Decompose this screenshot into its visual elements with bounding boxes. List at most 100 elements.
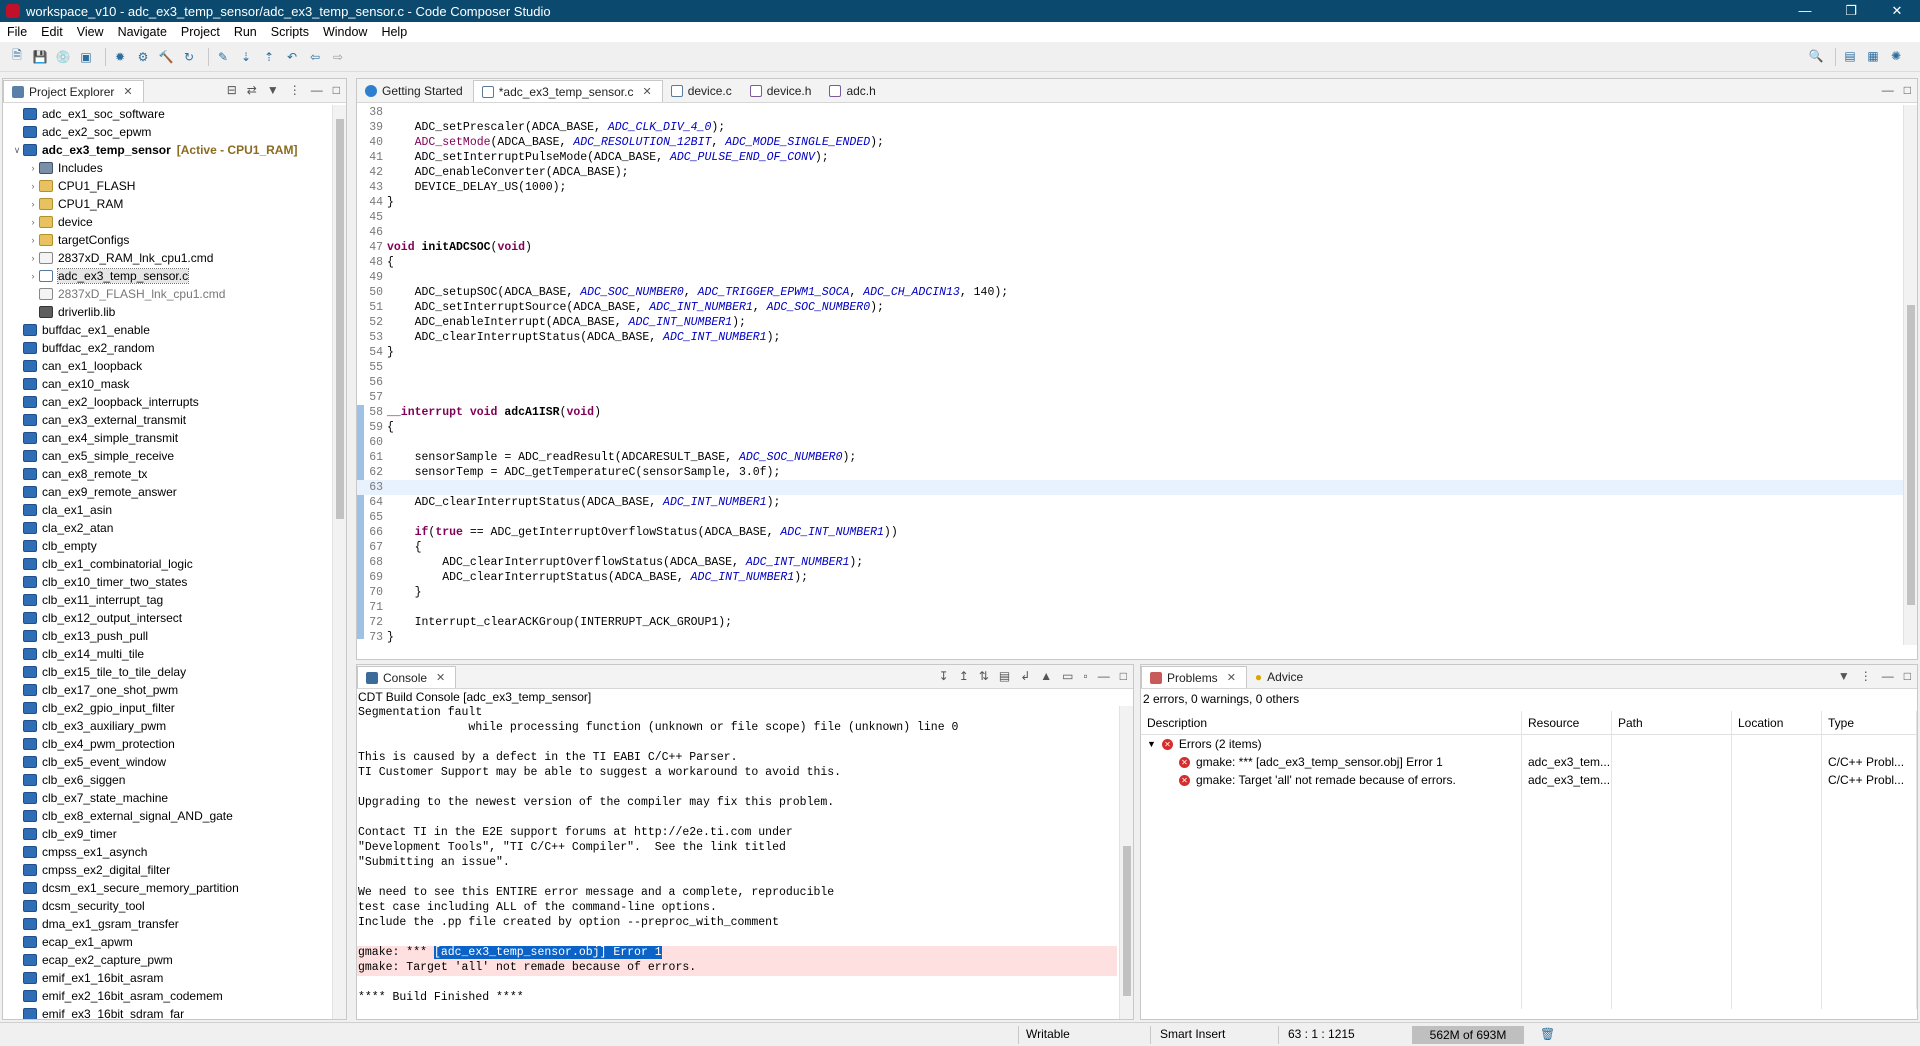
code-line[interactable]: 65 <box>357 510 1903 525</box>
tree-item[interactable]: buffdac_ex1_enable <box>3 321 332 339</box>
tree-item[interactable]: › device <box>3 213 332 231</box>
tree-item[interactable]: clb_ex11_interrupt_tag <box>3 591 332 609</box>
console-output[interactable]: Segmentation fault while processing func… <box>357 706 1117 1019</box>
explorer-scrollbar[interactable] <box>332 105 346 1019</box>
open-perspective-icon[interactable]: ▤ <box>1841 48 1859 64</box>
new-icon[interactable]: 🗎 <box>8 48 26 65</box>
clear-console-icon[interactable]: ▤ <box>999 669 1010 683</box>
code-line[interactable]: 45 <box>357 210 1903 225</box>
code-line[interactable]: 46 <box>357 225 1903 240</box>
code-line[interactable]: 72 Interrupt_clearACKGroup(INTERRUPT_ACK… <box>357 615 1903 630</box>
chevron-right-icon[interactable]: › <box>27 163 39 173</box>
debug-perspective-icon[interactable]: ✺ <box>1887 48 1905 64</box>
chevron-right-icon[interactable]: › <box>27 235 39 245</box>
chevron-right-icon[interactable]: › <box>27 271 39 281</box>
tree-item[interactable]: can_ex4_simple_transmit <box>3 429 332 447</box>
tree-item[interactable]: emif_ex1_16bit_asram <box>3 969 332 987</box>
terminal-icon[interactable]: ▣ <box>77 49 95 65</box>
tree-item[interactable]: cmpss_ex1_asynch <box>3 843 332 861</box>
chevron-down-icon[interactable]: ∨ <box>11 145 23 156</box>
column-location[interactable]: Location <box>1732 711 1822 734</box>
tab-project-explorer[interactable]: Project Explorer ✕ <box>3 80 144 102</box>
tree-item[interactable]: clb_ex9_timer <box>3 825 332 843</box>
menu-window[interactable]: Window <box>316 25 374 39</box>
next-annotation-icon[interactable]: ⇣ <box>237 49 255 65</box>
tree-item[interactable]: clb_ex4_pwm_protection <box>3 735 332 753</box>
code-line[interactable]: 39 ADC_setPrescaler(ADCA_BASE, ADC_CLK_D… <box>357 120 1903 135</box>
tree-item[interactable]: adc_ex2_soc_epwm <box>3 123 332 141</box>
problems-row[interactable]: ✕ gmake: Target 'all' not remade because… <box>1141 771 1917 789</box>
minimize-icon[interactable]: — <box>1882 669 1894 683</box>
code-line[interactable]: 70 } <box>357 585 1903 600</box>
code-line[interactable]: 55 <box>357 360 1903 375</box>
tree-item[interactable]: › adc_ex3_temp_sensor.c <box>3 267 332 285</box>
code-line[interactable]: 40 ADC_setMode(ADCA_BASE, ADC_RESOLUTION… <box>357 135 1903 150</box>
search-icon[interactable]: 🔍 <box>1807 48 1825 64</box>
scroll-lock-icon[interactable]: ⇅ <box>979 669 989 683</box>
selected-text[interactable]: [adc_ex3_temp_sensor.obj] Error 1 <box>433 946 662 959</box>
scroll-up-icon[interactable]: ↥ <box>959 669 969 683</box>
tree-item[interactable]: clb_ex13_push_pull <box>3 627 332 645</box>
tree-item[interactable]: clb_ex10_timer_two_states <box>3 573 332 591</box>
menu-file[interactable]: File <box>0 25 34 39</box>
tree-item[interactable]: ecap_ex2_capture_pwm <box>3 951 332 969</box>
view-menu-icon[interactable]: ⋮ <box>289 83 301 97</box>
code-line[interactable]: 50 ADC_setupSOC(ADCA_BASE, ADC_SOC_NUMBE… <box>357 285 1903 300</box>
code-line[interactable]: 41 ADC_setInterruptPulseMode(ADCA_BASE, … <box>357 150 1903 165</box>
filter-icon[interactable]: ▼ <box>267 83 279 97</box>
tree-item[interactable]: clb_ex3_auxiliary_pwm <box>3 717 332 735</box>
tree-item[interactable]: can_ex8_remote_tx <box>3 465 332 483</box>
tree-item[interactable]: can_ex2_loopback_interrupts <box>3 393 332 411</box>
column-description[interactable]: Description <box>1141 711 1522 734</box>
tree-item[interactable]: › 2837xD_RAM_lnk_cpu1.cmd <box>3 249 332 267</box>
heap-status[interactable]: 562M of 693M <box>1412 1026 1524 1044</box>
chevron-right-icon[interactable]: › <box>27 217 39 227</box>
code-line[interactable]: 59 { <box>357 420 1903 435</box>
scroll-down-icon[interactable]: ↧ <box>939 669 949 683</box>
tree-item[interactable]: dcsm_ex1_secure_memory_partition <box>3 879 332 897</box>
problems-row[interactable]: ✕ gmake: *** [adc_ex3_temp_sensor.obj] E… <box>1141 753 1917 771</box>
code-line[interactable]: 38 <box>357 105 1903 120</box>
menu-view[interactable]: View <box>70 25 111 39</box>
build-icon[interactable]: 🔨 <box>157 49 175 65</box>
chevron-down-icon[interactable]: ▼ <box>1147 739 1156 749</box>
tree-item[interactable]: clb_ex1_combinatorial_logic <box>3 555 332 573</box>
minimize-icon[interactable]: — <box>1882 83 1894 97</box>
word-wrap-icon[interactable]: ↲ <box>1020 669 1030 683</box>
forward-icon[interactable]: ⇨ <box>329 49 347 65</box>
tree-item[interactable]: clb_ex14_multi_tile <box>3 645 332 663</box>
menu-navigate[interactable]: Navigate <box>111 25 174 39</box>
code-line[interactable]: 69 ADC_clearInterruptStatus(ADCA_BASE, A… <box>357 570 1903 585</box>
tab-problems[interactable]: Problems ✕ <box>1141 666 1247 688</box>
column-type[interactable]: Type <box>1822 711 1917 734</box>
code-line[interactable]: 61 sensorSample = ADC_readResult(ADCARES… <box>357 450 1903 465</box>
tree-item[interactable]: › CPU1_RAM <box>3 195 332 213</box>
maximize-icon[interactable]: □ <box>333 83 340 97</box>
menu-scripts[interactable]: Scripts <box>264 25 316 39</box>
restore-icon[interactable]: ❐ <box>1828 0 1874 22</box>
tree-item[interactable]: clb_ex12_output_intersect <box>3 609 332 627</box>
open-console-icon[interactable]: ▫ <box>1083 669 1087 683</box>
scrollbar-thumb[interactable] <box>1123 846 1131 996</box>
code-line[interactable]: 53 ADC_clearInterruptStatus(ADCA_BASE, A… <box>357 330 1903 345</box>
code-line[interactable]: 67 { <box>357 540 1903 555</box>
code-line[interactable]: 66 if(true == ADC_getInterruptOverflowSt… <box>357 525 1903 540</box>
code-line[interactable]: 56 <box>357 375 1903 390</box>
code-line[interactable]: 54} <box>357 345 1903 360</box>
code-line[interactable]: 47 void initADCSOC(void) <box>357 240 1903 255</box>
code-line[interactable]: 44} <box>357 195 1903 210</box>
scrollbar-thumb[interactable] <box>336 119 344 519</box>
close-icon[interactable]: ✕ <box>1227 671 1236 684</box>
tree-item[interactable]: dma_ex1_gsram_transfer <box>3 915 332 933</box>
menu-edit[interactable]: Edit <box>34 25 70 39</box>
last-edit-icon[interactable]: ↶ <box>283 49 301 65</box>
link-with-editor-icon[interactable]: ⇄ <box>247 83 257 97</box>
minimize-icon[interactable]: — <box>1098 669 1110 683</box>
code-line[interactable]: 73} <box>357 630 1903 645</box>
tree-item[interactable]: can_ex10_mask <box>3 375 332 393</box>
save-all-icon[interactable]: 💿 <box>54 49 72 65</box>
code-line[interactable]: 49 <box>357 270 1903 285</box>
tree-item[interactable]: ∨ adc_ex3_temp_sensor [Active - CPU1_RAM] <box>3 141 332 159</box>
tree-item[interactable]: 2837xD_FLASH_lnk_cpu1.cmd <box>3 285 332 303</box>
prev-annotation-icon[interactable]: ⇡ <box>260 49 278 65</box>
